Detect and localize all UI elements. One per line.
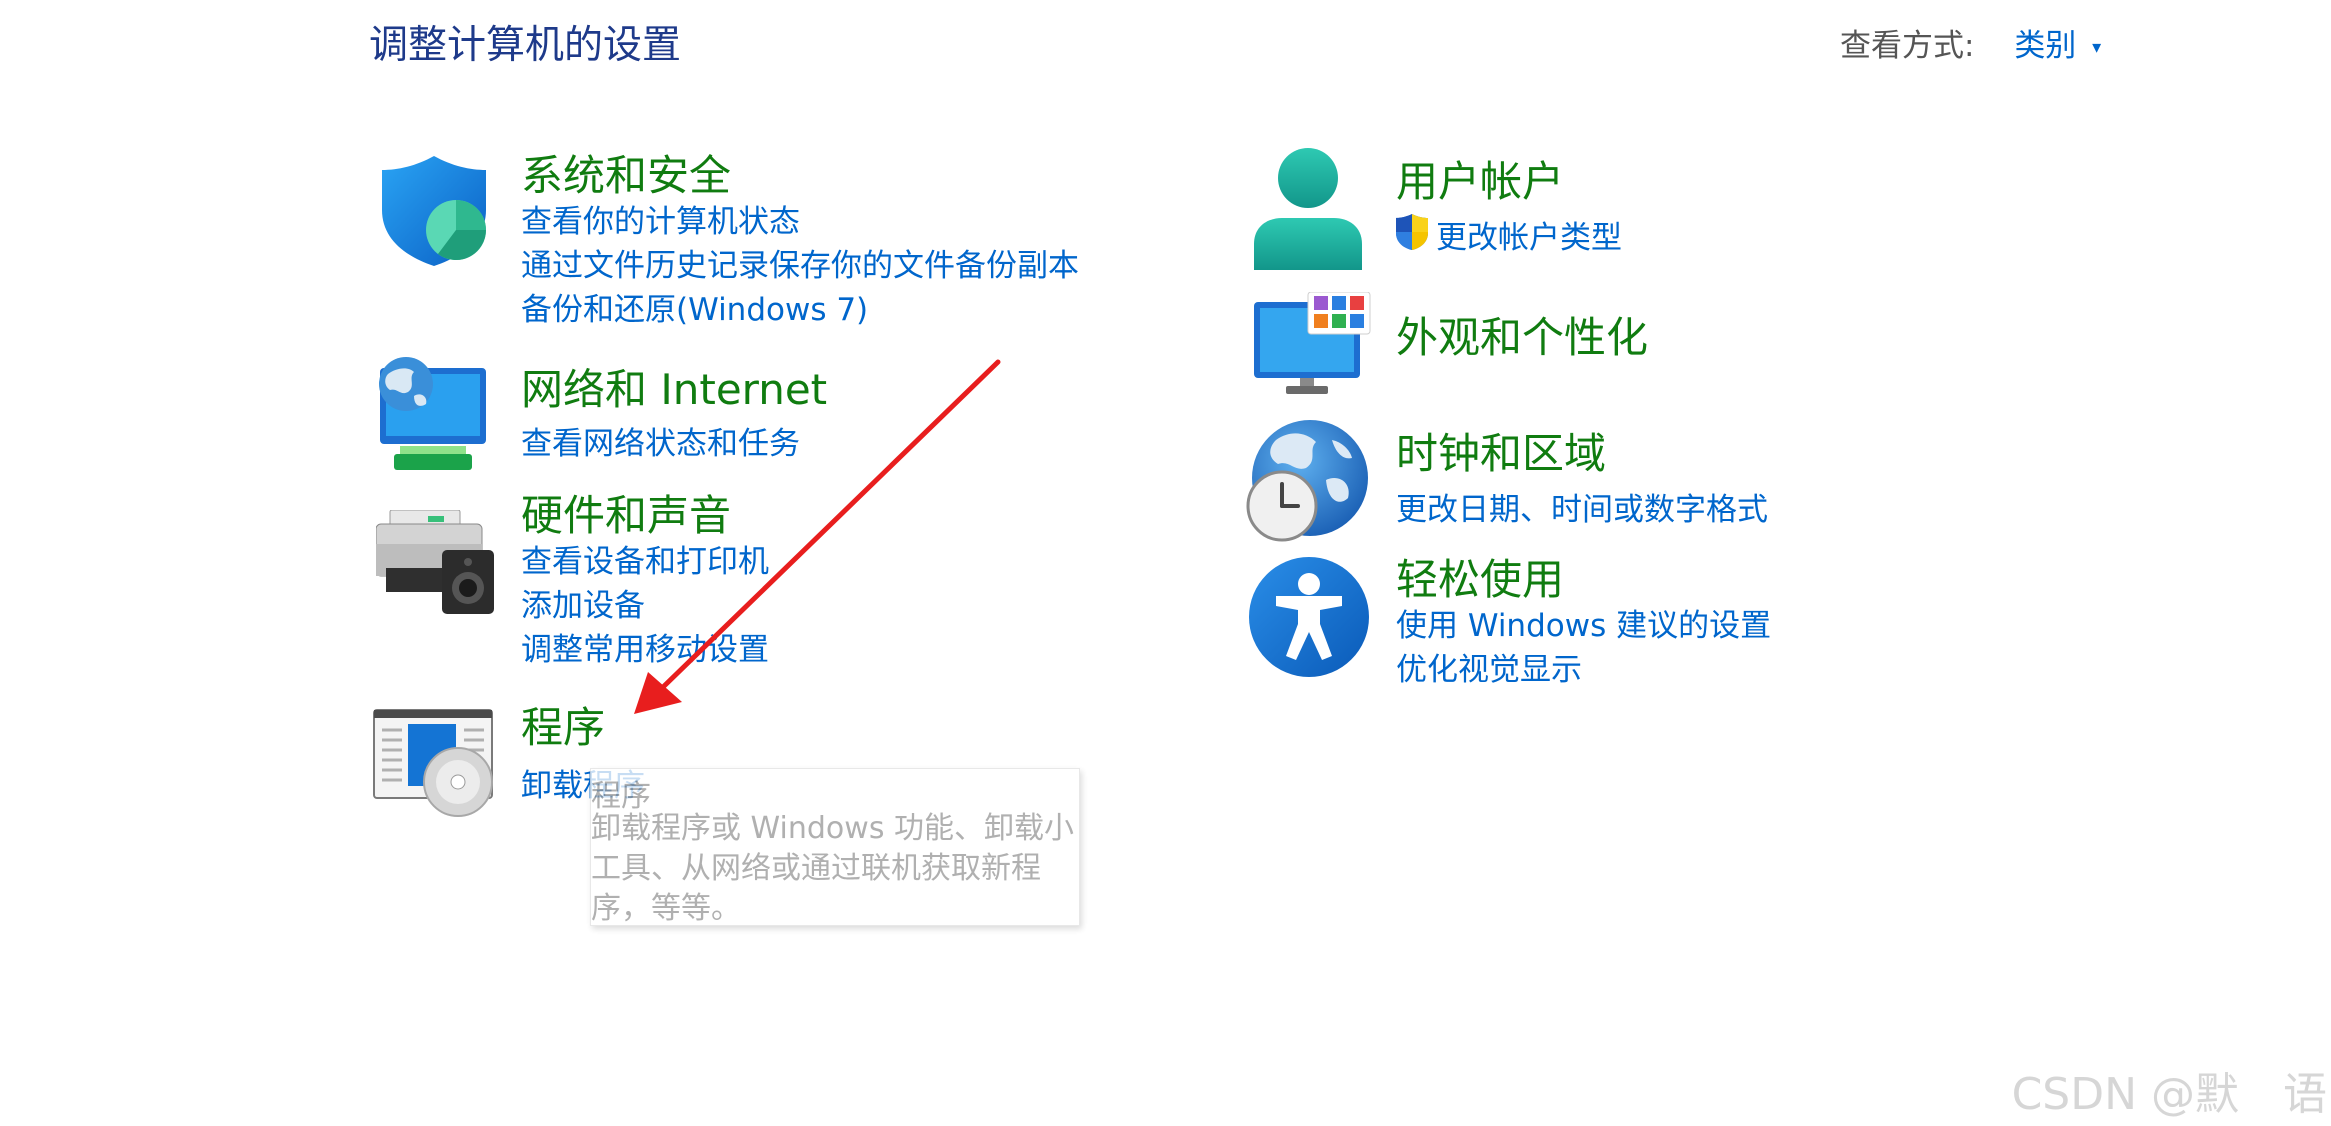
- watermark: CSDN @默 语: [2011, 1069, 2327, 1120]
- annotation-arrow: [634, 359, 1001, 714]
